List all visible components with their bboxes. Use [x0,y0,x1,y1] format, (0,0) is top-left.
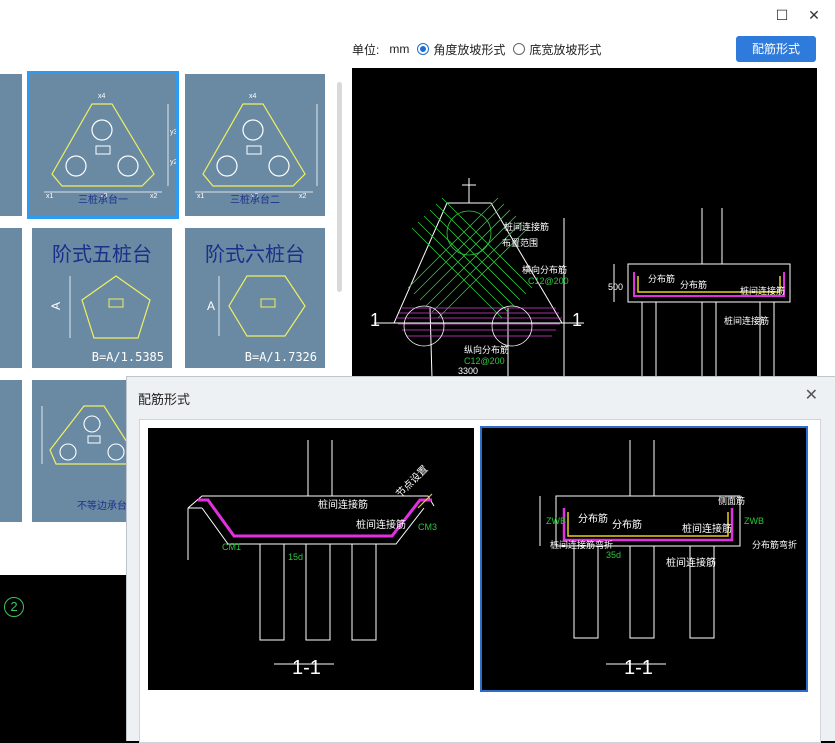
radio-width[interactable] [513,43,526,55]
opt2-label-35d: 35d [606,550,621,560]
thumbnail-caption: 三桩承台一 [78,195,128,206]
grid-axis-marker: 2 [4,597,24,617]
opt2-label-zwb: ZWB [546,516,566,526]
dim-3300: 3300 [458,366,478,376]
opt1-label-pile-link: 桩间连接筋 [318,498,368,511]
dim-y2: y2 [170,159,176,166]
thumbnail-partial[interactable] [0,74,22,216]
opt2-label-dist-bend: 分布筋弯折 [752,539,797,550]
thumbnail-drawing: A [49,275,151,339]
dialog-options-panel: 桩间连接筋 桩间连接筋 节点设置 CM3 CM1 15d 1-1 分布筋 分布筋… [139,419,821,743]
label-pile-link-2: 桩间连接筋 [740,285,785,296]
opt2-label-dist: 分布筋 [578,512,608,525]
cad-preview: 1 1 桩间连接筋 布置范围 横向分布筋 C12@200 纵向分布筋 C12@2… [352,68,817,378]
thumbnail-formula: B=A/1.7326 [244,350,317,364]
label-range: 布置范围 [502,237,538,248]
rebar-form-button[interactable]: 配筋形式 [736,36,816,62]
thumbnail-step-five-pile[interactable]: 阶式五桩台 A B=A/1.5385 [32,228,172,368]
opt1-label-cm3: CM3 [418,522,437,532]
label-longitudinal-dist: 纵向分布筋 [464,344,509,355]
rebar-option-1[interactable]: 桩间连接筋 桩间连接筋 节点设置 CM3 CM1 15d 1-1 [148,428,474,690]
rebar-option-2-drawing: 分布筋 分布筋 桩间连接筋 侧面筋 桩间连接筋 桩间连接筋弯折 分布筋弯折 ZW… [539,440,797,679]
thumbnail-partial[interactable] [0,228,22,368]
label-horizontal-dist: 横向分布筋 [522,264,567,275]
opt2-label-pile-link: 桩间连接筋 [682,522,732,535]
thumbnail-partial[interactable] [0,380,22,522]
dim-x4: x4 [98,93,106,100]
opt1-label-cm1: CM1 [222,542,241,552]
thumbnail-caption: 三桩承台二 [230,195,280,206]
section-mark-right: 1 [572,310,582,330]
opt2-label-side: 侧面筋 [718,495,745,506]
opt1-label-node: 节点设置 [394,463,431,500]
dialog-title: 配筋形式 [138,392,191,407]
dialog-close-button[interactable]: ✕ [805,385,818,404]
label-pile-link-3: 桩间连接筋 [724,315,769,326]
thumbnail-formula: B=A/1.5385 [91,350,164,364]
unit-bar: 单位: mm 角度放坡形式 底宽放坡形式 [352,39,601,59]
opt1-label-pile-link-2: 桩间连接筋 [356,518,406,531]
dim-a: A [207,299,215,313]
thumbnail-three-pile-1[interactable]: x4 x1 x3 x2 y3 y2 三桩承台一 [27,71,179,219]
radio-angle[interactable] [417,43,430,55]
opt2-label-pile-link-2: 桩间连接筋 [666,556,716,569]
label-pile-link: 桩间连接筋 [504,221,549,232]
opt2-label-dist-2: 分布筋 [612,518,642,531]
radio-angle-label[interactable]: 角度放坡形式 [433,41,505,58]
label-dist-bar-2: 分布筋 [680,279,707,290]
opt2-label-zwb-2: ZWB [744,516,764,526]
dim-500: 500 [608,282,623,292]
cad-drawing: 1 1 桩间连接筋 布置范围 横向分布筋 C12@200 纵向分布筋 C12@2… [370,178,791,378]
opt2-label-pile-bend: 桩间连接筋弯折 [550,539,613,550]
label-spec-2: C12@200 [464,356,505,366]
rebar-option-1-drawing: 桩间连接筋 桩间连接筋 节点设置 CM3 CM1 15d 1-1 [187,440,437,679]
opt1-label-15d: 15d [288,552,303,562]
unit-label: 单位: [352,42,380,57]
rebar-option-2[interactable]: 分布筋 分布筋 桩间连接筋 侧面筋 桩间连接筋 桩间连接筋弯折 分布筋弯折 ZW… [480,426,808,692]
close-button[interactable]: ✕ [804,6,824,26]
thumbnail-three-pile-2[interactable]: x4 x1 x3 x2 三桩承台二 [185,74,325,216]
gallery-scrollbar[interactable] [337,82,342,292]
rebar-form-dialog: 配筋形式 ✕ 桩间连接筋 桩间连接筋 节点设置 CM3 CM1 15d 1-1 … [126,376,835,743]
label-spec: C12@200 [528,276,569,286]
label-dist-bar: 分布筋 [648,273,675,284]
opt2-section-label: 1-1 [624,657,653,679]
thumbnail-drawing: A [207,275,306,337]
dim-y3: y3 [170,129,176,136]
section-mark-left: 1 [370,310,380,330]
dim-a: A [49,302,63,310]
radio-width-label[interactable]: 底宽放坡形式 [529,41,601,58]
maximize-button[interactable]: ☐ [772,6,792,26]
thumbnail-step-six-pile[interactable]: 阶式六桩台 A B=A/1.7326 [185,228,325,368]
opt1-section-label: 1-1 [292,657,321,679]
unit-value: mm [389,42,410,56]
dim-x4: x4 [249,93,257,100]
